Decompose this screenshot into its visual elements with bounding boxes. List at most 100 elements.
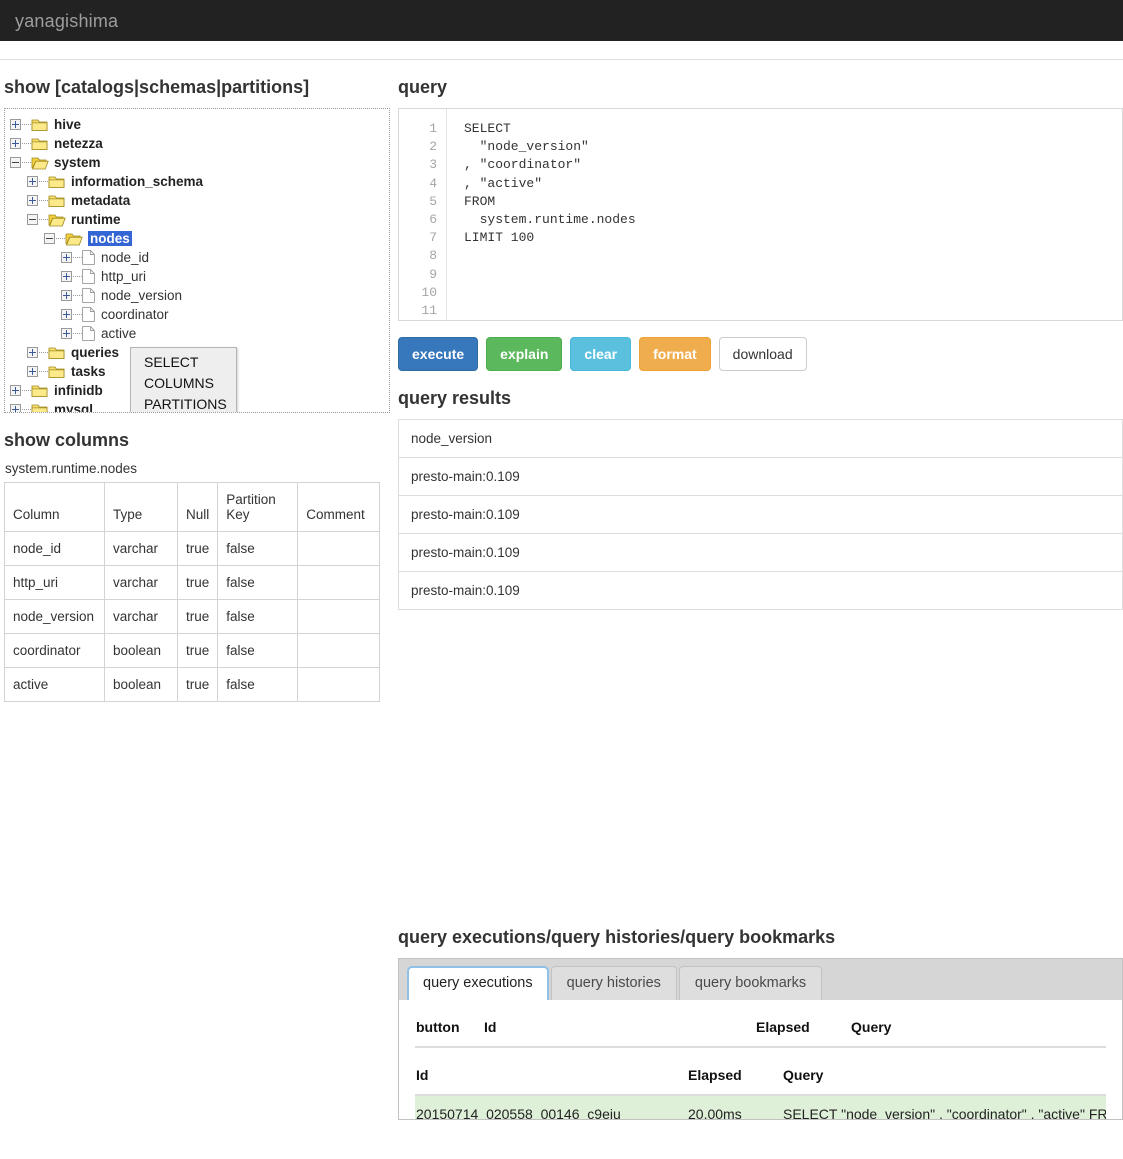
- tree-node-system[interactable]: system: [5, 153, 389, 172]
- tree-node-label[interactable]: node_id: [101, 250, 149, 265]
- columns-cell: varchar: [104, 531, 178, 566]
- tree-node-label[interactable]: mysql: [54, 402, 93, 412]
- tree-toggle-expand-icon[interactable]: [27, 347, 38, 358]
- catalog-tree[interactable]: hive netezza system information_schemametad…: [4, 108, 390, 413]
- code-line[interactable]: SELECT: [464, 120, 1122, 138]
- tree-node-label[interactable]: infinidb: [54, 383, 103, 398]
- app-brand[interactable]: yanagishima: [15, 11, 118, 31]
- tab-query-executions[interactable]: query executions: [407, 966, 549, 1000]
- line-number: 2: [429, 139, 437, 155]
- tree-node-label[interactable]: hive: [54, 117, 81, 132]
- query-action-buttons: execute explain clear format download: [398, 337, 1123, 371]
- code-line[interactable]: , "active": [464, 175, 1122, 193]
- line-number: 11: [421, 303, 437, 319]
- tree-context-menu[interactable]: SELECT COLUMNS PARTITIONS: [130, 347, 237, 412]
- tree-toggle-collapse-icon[interactable]: [27, 214, 38, 225]
- explain-button[interactable]: explain: [486, 337, 563, 371]
- tree-connector: [73, 276, 82, 277]
- tree-node-metadata[interactable]: metadata: [5, 191, 389, 210]
- tree-toggle-expand-icon[interactable]: [27, 195, 38, 206]
- results-cell: presto-main:0.109: [398, 533, 1123, 572]
- code-line[interactable]: , "coordinator": [464, 156, 1122, 174]
- clear-button[interactable]: clear: [570, 337, 632, 371]
- tree-node-hive[interactable]: hive: [5, 115, 389, 134]
- executions-toolbar-table: button Id Elapsed Query: [415, 1014, 1106, 1048]
- code-line[interactable]: [464, 302, 1122, 320]
- tab-query-histories[interactable]: query histories: [550, 966, 677, 1000]
- tree-connector: [22, 409, 31, 410]
- line-number: 7: [429, 230, 437, 246]
- execution-elapsed-cell: 20.00ms: [687, 1095, 782, 1119]
- tab-query-bookmarks[interactable]: query bookmarks: [678, 966, 823, 1000]
- folder-icon: [48, 346, 66, 360]
- tree-toggle-expand-icon[interactable]: [10, 119, 21, 130]
- editor-code-area[interactable]: SELECT "node_version", "coordinator", "a…: [447, 109, 1122, 320]
- tree-toggle-expand-icon[interactable]: [10, 385, 21, 396]
- sql-editor[interactable]: 1 2 3 4 5 6 7 8 9 10 11 SELECT "node_version", "co…: [398, 108, 1123, 321]
- results-spacer: [398, 610, 1123, 910]
- context-menu-item-partitions[interactable]: PARTITIONS: [131, 394, 236, 412]
- tree-node-label[interactable]: netezza: [54, 136, 103, 151]
- results-table-row: presto-main:0.109: [398, 457, 1123, 496]
- tree-node-runtime[interactable]: runtime: [5, 210, 389, 229]
- tree-toggle-expand-icon[interactable]: [61, 328, 72, 339]
- tree-node-label[interactable]: http_uri: [101, 269, 146, 284]
- code-line[interactable]: FROM: [464, 193, 1122, 211]
- columns-cell: varchar: [104, 599, 178, 634]
- context-menu-item-columns[interactable]: COLUMNS: [131, 373, 236, 394]
- tree-node-label[interactable]: metadata: [71, 193, 130, 208]
- tree-toggle-expand-icon[interactable]: [27, 176, 38, 187]
- tree-node-netezza[interactable]: netezza: [5, 134, 389, 153]
- executions-tab-body: button Id Elapsed Query Id Elapsed Query…: [398, 1000, 1123, 1120]
- code-line[interactable]: [464, 284, 1122, 302]
- tree-node-label[interactable]: tasks: [71, 364, 106, 379]
- columns-cell: true: [176, 531, 219, 566]
- tree-node-label[interactable]: active: [101, 326, 136, 341]
- tree-toggle-expand-icon[interactable]: [61, 309, 72, 320]
- tree-node-label[interactable]: node_version: [101, 288, 182, 303]
- format-button[interactable]: format: [639, 337, 711, 371]
- download-button[interactable]: download: [718, 337, 807, 371]
- tree-node-nodes[interactable]: nodes: [5, 229, 389, 248]
- tree-node-label[interactable]: information_schema: [71, 174, 203, 189]
- file-icon: [82, 326, 95, 341]
- folder-icon: [48, 194, 66, 208]
- code-line[interactable]: [464, 247, 1122, 265]
- code-line[interactable]: system.runtime.nodes: [464, 211, 1122, 229]
- code-line[interactable]: "node_version": [464, 138, 1122, 156]
- columns-cell: false: [217, 599, 299, 634]
- tree-toggle-expand-icon[interactable]: [27, 366, 38, 377]
- tree-node-label[interactable]: nodes: [88, 231, 132, 246]
- tree-toggle-expand-icon[interactable]: [10, 138, 21, 149]
- tree-node-active[interactable]: active: [5, 324, 389, 343]
- file-icon: [82, 250, 95, 265]
- tree-toggle-expand-icon[interactable]: [61, 290, 72, 301]
- file-icon: [82, 269, 95, 284]
- tree-node-node-version[interactable]: node_version: [5, 286, 389, 305]
- tree-node-label[interactable]: system: [54, 155, 101, 170]
- tree-node-label[interactable]: runtime: [71, 212, 121, 227]
- folder-icon: [31, 137, 49, 151]
- tree-toggle-collapse-icon[interactable]: [10, 157, 21, 168]
- tree-node-information-schema[interactable]: information_schema: [5, 172, 389, 191]
- tree-toggle-expand-icon[interactable]: [10, 404, 21, 412]
- tree-toggle-expand-icon[interactable]: [61, 252, 72, 263]
- folder-icon: [65, 232, 83, 246]
- line-number: 5: [429, 193, 437, 209]
- code-line[interactable]: [464, 266, 1122, 284]
- execute-button[interactable]: execute: [398, 337, 479, 371]
- tree-toggle-expand-icon[interactable]: [61, 271, 72, 282]
- tree-node-label[interactable]: coordinator: [101, 307, 169, 322]
- executions-panel-title: query executions/query histories/query b…: [398, 927, 836, 947]
- tree-toggle-collapse-icon[interactable]: [44, 233, 55, 244]
- context-menu-item-select[interactable]: SELECT: [131, 352, 236, 373]
- tree-node-label[interactable]: queries: [71, 345, 119, 360]
- tree-node-coordinator[interactable]: coordinator: [5, 305, 389, 324]
- execution-id-cell: 20150714_020558_00146_c9eju: [415, 1095, 687, 1119]
- columns-cell: false: [217, 565, 299, 600]
- line-number: 1: [429, 121, 437, 136]
- tree-node-http-uri[interactable]: http_uri: [5, 267, 389, 286]
- tree-node-node-id[interactable]: node_id: [5, 248, 389, 267]
- executions-table-row[interactable]: 20150714_020558_00146_c9eju 20.00ms SELECT…: [415, 1095, 1106, 1119]
- code-line[interactable]: LIMIT 100: [464, 229, 1122, 247]
